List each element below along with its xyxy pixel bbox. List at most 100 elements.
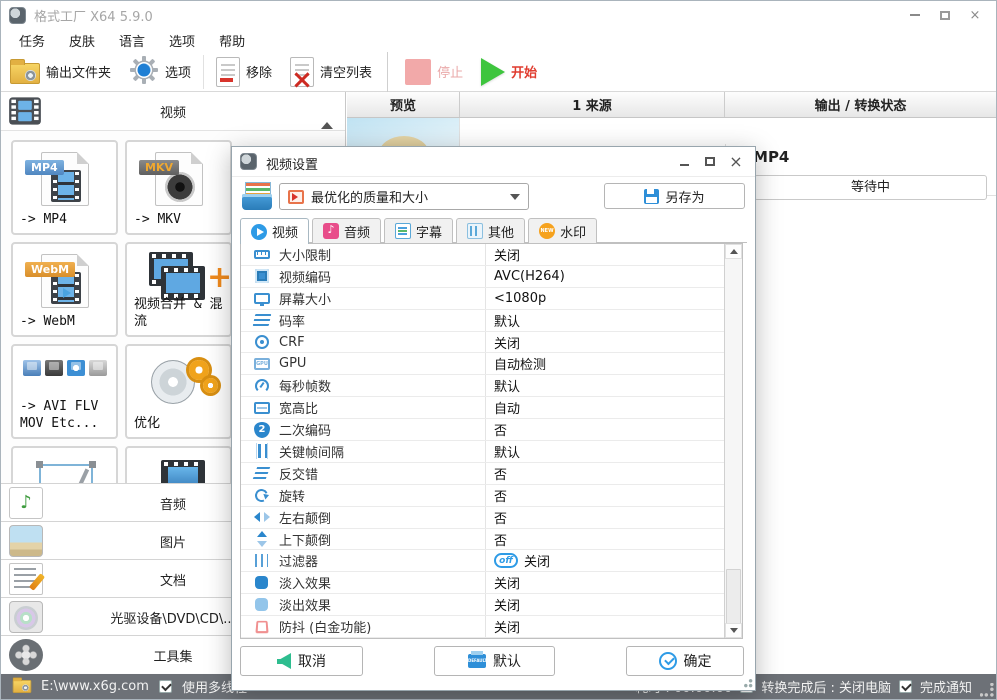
setting-row[interactable]: CRF 关闭	[241, 332, 725, 354]
setting-row[interactable]: 关键帧间隔 默认	[241, 441, 725, 463]
minimize-button[interactable]	[900, 5, 930, 25]
menu-item[interactable]: 帮助	[219, 31, 245, 50]
setting-value[interactable]: 关闭	[494, 595, 520, 614]
bitrate-icon	[253, 314, 272, 326]
save-as-button[interactable]: 另存为	[604, 183, 745, 209]
tab-video[interactable]: 视频	[240, 218, 309, 244]
menu-item[interactable]: 选项	[169, 31, 195, 50]
menu-item[interactable]: 皮肤	[69, 31, 95, 50]
setting-row[interactable]: 淡出效果 关闭	[241, 594, 725, 616]
setting-value[interactable]: 否	[494, 420, 507, 439]
toolbar-separator	[387, 52, 388, 92]
setting-value[interactable]: 关闭	[494, 333, 520, 352]
maximize-button[interactable]	[930, 5, 960, 25]
setting-value[interactable]: 关闭	[494, 573, 520, 592]
table-header: 预览 1 来源 输出 / 转换状态	[347, 92, 996, 118]
format-tile-webm[interactable]: WebM -> WebM	[11, 242, 118, 337]
output-folder-button[interactable]: 输出文件夹	[1, 53, 120, 91]
setting-row[interactable]: 码率 默认	[241, 310, 725, 332]
format-tile-icon: MP4	[13, 148, 116, 206]
setting-row[interactable]: 每秒帧数 默认	[241, 375, 725, 397]
setting-value[interactable]: 关闭	[494, 617, 520, 636]
tab-other[interactable]: 其他	[456, 218, 525, 243]
keyframe-icon	[256, 443, 268, 459]
cancel-button[interactable]: 取消	[240, 646, 363, 676]
format-tile-video2[interactable]	[125, 446, 232, 483]
scroll-up-icon[interactable]	[321, 122, 333, 129]
setting-row[interactable]: 左右颠倒 否	[241, 507, 725, 529]
setting-row[interactable]: 过滤器 off关闭	[241, 550, 725, 572]
setting-value[interactable]: 关闭	[494, 245, 520, 264]
format-tile-label: -> AVI FLV MOV Etc...	[20, 398, 98, 433]
setting-row[interactable]: 二次编码 否	[241, 419, 725, 441]
scroll-down-arrow[interactable]	[725, 623, 742, 638]
menu-item[interactable]: 语言	[119, 31, 145, 50]
setting-value[interactable]: 否	[494, 464, 507, 483]
format-tile-mp4[interactable]: MP4 -> MP4	[11, 140, 118, 235]
setting-value[interactable]: 否	[494, 486, 507, 505]
start-button[interactable]: 开始	[472, 53, 546, 91]
setting-row[interactable]: 视频编码 AVC(H264)	[241, 266, 725, 288]
format-tile-avi[interactable]: -> AVI FLV MOV Etc...	[11, 344, 118, 439]
ok-button[interactable]: 确定	[626, 646, 744, 676]
setting-label: 过滤器	[279, 551, 318, 570]
tab-subtitle[interactable]: 字幕	[384, 218, 453, 243]
setting-value[interactable]: off关闭	[494, 551, 550, 570]
flipv-icon	[254, 531, 270, 547]
scrollbar-thumb[interactable]	[726, 569, 741, 624]
setting-value[interactable]: 自动	[494, 398, 520, 417]
close-button[interactable]: ×	[960, 5, 990, 25]
scrollbar[interactable]	[724, 244, 742, 638]
setting-value[interactable]: 否	[494, 530, 507, 549]
menu-item[interactable]: 任务	[19, 31, 45, 50]
dialog-close-button[interactable]: ×	[723, 151, 749, 171]
stop-button[interactable]: 停止	[396, 53, 472, 91]
setting-value[interactable]: 默认	[494, 311, 520, 330]
column-preview[interactable]: 预览	[347, 92, 460, 117]
setting-row[interactable]: 淡入效果 关闭	[241, 572, 725, 594]
options-button[interactable]: 选项	[120, 53, 200, 91]
setting-row[interactable]: GPU 自动检测	[241, 353, 725, 375]
dialog-maximize-button[interactable]	[697, 151, 723, 171]
output-path-folder-icon[interactable]	[13, 680, 32, 693]
setting-value[interactable]: 默认	[494, 442, 520, 461]
setting-value[interactable]: <1080p	[494, 291, 546, 306]
video-category-label: 视频	[1, 102, 345, 121]
default-button[interactable]: 默认	[434, 646, 555, 676]
multithread-checkbox[interactable]	[159, 680, 172, 693]
tab-audio[interactable]: 音频	[312, 218, 381, 243]
setting-row[interactable]: 大小限制 关闭	[241, 244, 725, 266]
other-tab-icon	[467, 223, 483, 239]
subtitle-tab-icon	[395, 223, 411, 239]
setting-row[interactable]: 防抖 (白金功能) 关闭	[241, 616, 725, 638]
save-as-label: 另存为	[665, 187, 704, 206]
remove-button[interactable]: 移除	[207, 53, 281, 91]
setting-value[interactable]: 自动检测	[494, 354, 546, 373]
dialog-minimize-button[interactable]	[671, 151, 697, 171]
dialog-title-bar[interactable]: 视频设置 ×	[232, 147, 755, 177]
watermark-tab-icon	[539, 223, 555, 239]
format-tile-opt[interactable]: 优化	[125, 344, 232, 439]
off-toggle-icon[interactable]: off	[494, 553, 518, 568]
notify-checkbox[interactable]	[899, 680, 912, 693]
setting-value[interactable]: AVC(H264)	[494, 269, 565, 284]
setting-row[interactable]: 上下颠倒 否	[241, 529, 725, 551]
format-tile-merge[interactable]: + 视频合并 & 混流	[125, 242, 232, 337]
format-tile-mkv[interactable]: MKV -> MKV	[125, 140, 232, 235]
tab-watermark[interactable]: 水印	[528, 218, 597, 243]
dialog-resize-grip[interactable]	[741, 676, 753, 688]
column-status[interactable]: 输出 / 转换状态	[725, 92, 996, 117]
setting-row[interactable]: 宽高比 自动	[241, 397, 725, 419]
setting-row[interactable]: 反交错 否	[241, 463, 725, 485]
preset-dropdown[interactable]: 最优化的质量和大小	[279, 183, 529, 210]
setting-value[interactable]: 否	[494, 508, 507, 527]
window-resize-grip[interactable]	[980, 683, 994, 697]
video-category-header[interactable]: 视频	[1, 92, 345, 131]
scroll-up-arrow[interactable]	[725, 244, 742, 259]
clear-list-button[interactable]: 清空列表	[281, 53, 381, 91]
setting-value[interactable]: 默认	[494, 376, 520, 395]
setting-row[interactable]: 屏幕大小 <1080p	[241, 288, 725, 310]
setting-row[interactable]: 旋转 否	[241, 485, 725, 507]
column-source[interactable]: 1 来源	[460, 92, 725, 117]
format-tile-crop[interactable]	[11, 446, 118, 483]
